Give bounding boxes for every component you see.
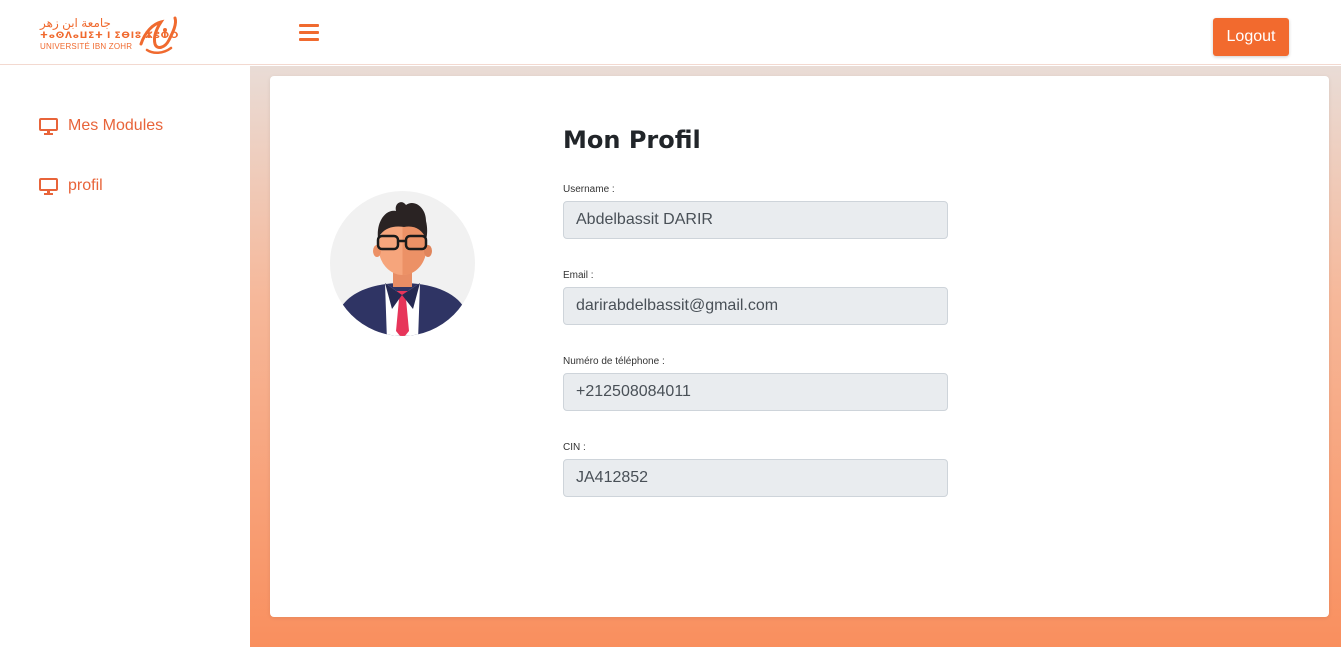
profile-card: Mon Profil Username : Email : Numéro de … — [270, 76, 1329, 617]
sidebar-item-profil[interactable]: profil — [39, 177, 103, 195]
main-content: Mon Profil Username : Email : Numéro de … — [250, 66, 1341, 647]
monitor-icon — [39, 177, 58, 195]
sidebar-item-mes-modules[interactable]: Mes Modules — [39, 117, 163, 135]
top-navbar: جامعة ابن زهر ⵜⴰⵙⴷⴰⵡⵉⵜ ⵏ ⵉⴱⵏⵓ ⵣⵓⵀⵔ UNIVE… — [0, 0, 1341, 65]
phone-field[interactable] — [563, 373, 948, 411]
calligraphy-emblem-icon — [139, 16, 177, 54]
page-title: Mon Profil — [563, 126, 701, 154]
monitor-icon — [39, 117, 58, 135]
user-avatar — [330, 191, 475, 336]
email-field[interactable] — [563, 287, 948, 325]
menu-toggle-icon[interactable] — [299, 24, 319, 42]
university-logo[interactable]: جامعة ابن زهر ⵜⴰⵙⴷⴰⵡⵉⵜ ⵏ ⵉⴱⵏⵓ ⵣⵓⵀⵔ UNIVE… — [38, 14, 183, 56]
phone-label: Numéro de téléphone : — [563, 356, 665, 367]
logout-button[interactable]: Logout — [1213, 18, 1289, 56]
sidebar: Mes Modules profil — [0, 66, 250, 647]
sidebar-item-label: Mes Modules — [68, 117, 164, 134]
username-field[interactable] — [563, 201, 948, 239]
sidebar-item-label: profil — [68, 177, 103, 194]
cin-field[interactable] — [563, 459, 948, 497]
username-label: Username : — [563, 184, 615, 195]
logo-arabic-text: جامعة ابن زهر — [40, 16, 111, 30]
logo-french-text: UNIVERSITÉ IBN ZOHR — [40, 42, 133, 51]
cin-label: CIN : — [563, 442, 586, 453]
email-label: Email : — [563, 270, 594, 281]
